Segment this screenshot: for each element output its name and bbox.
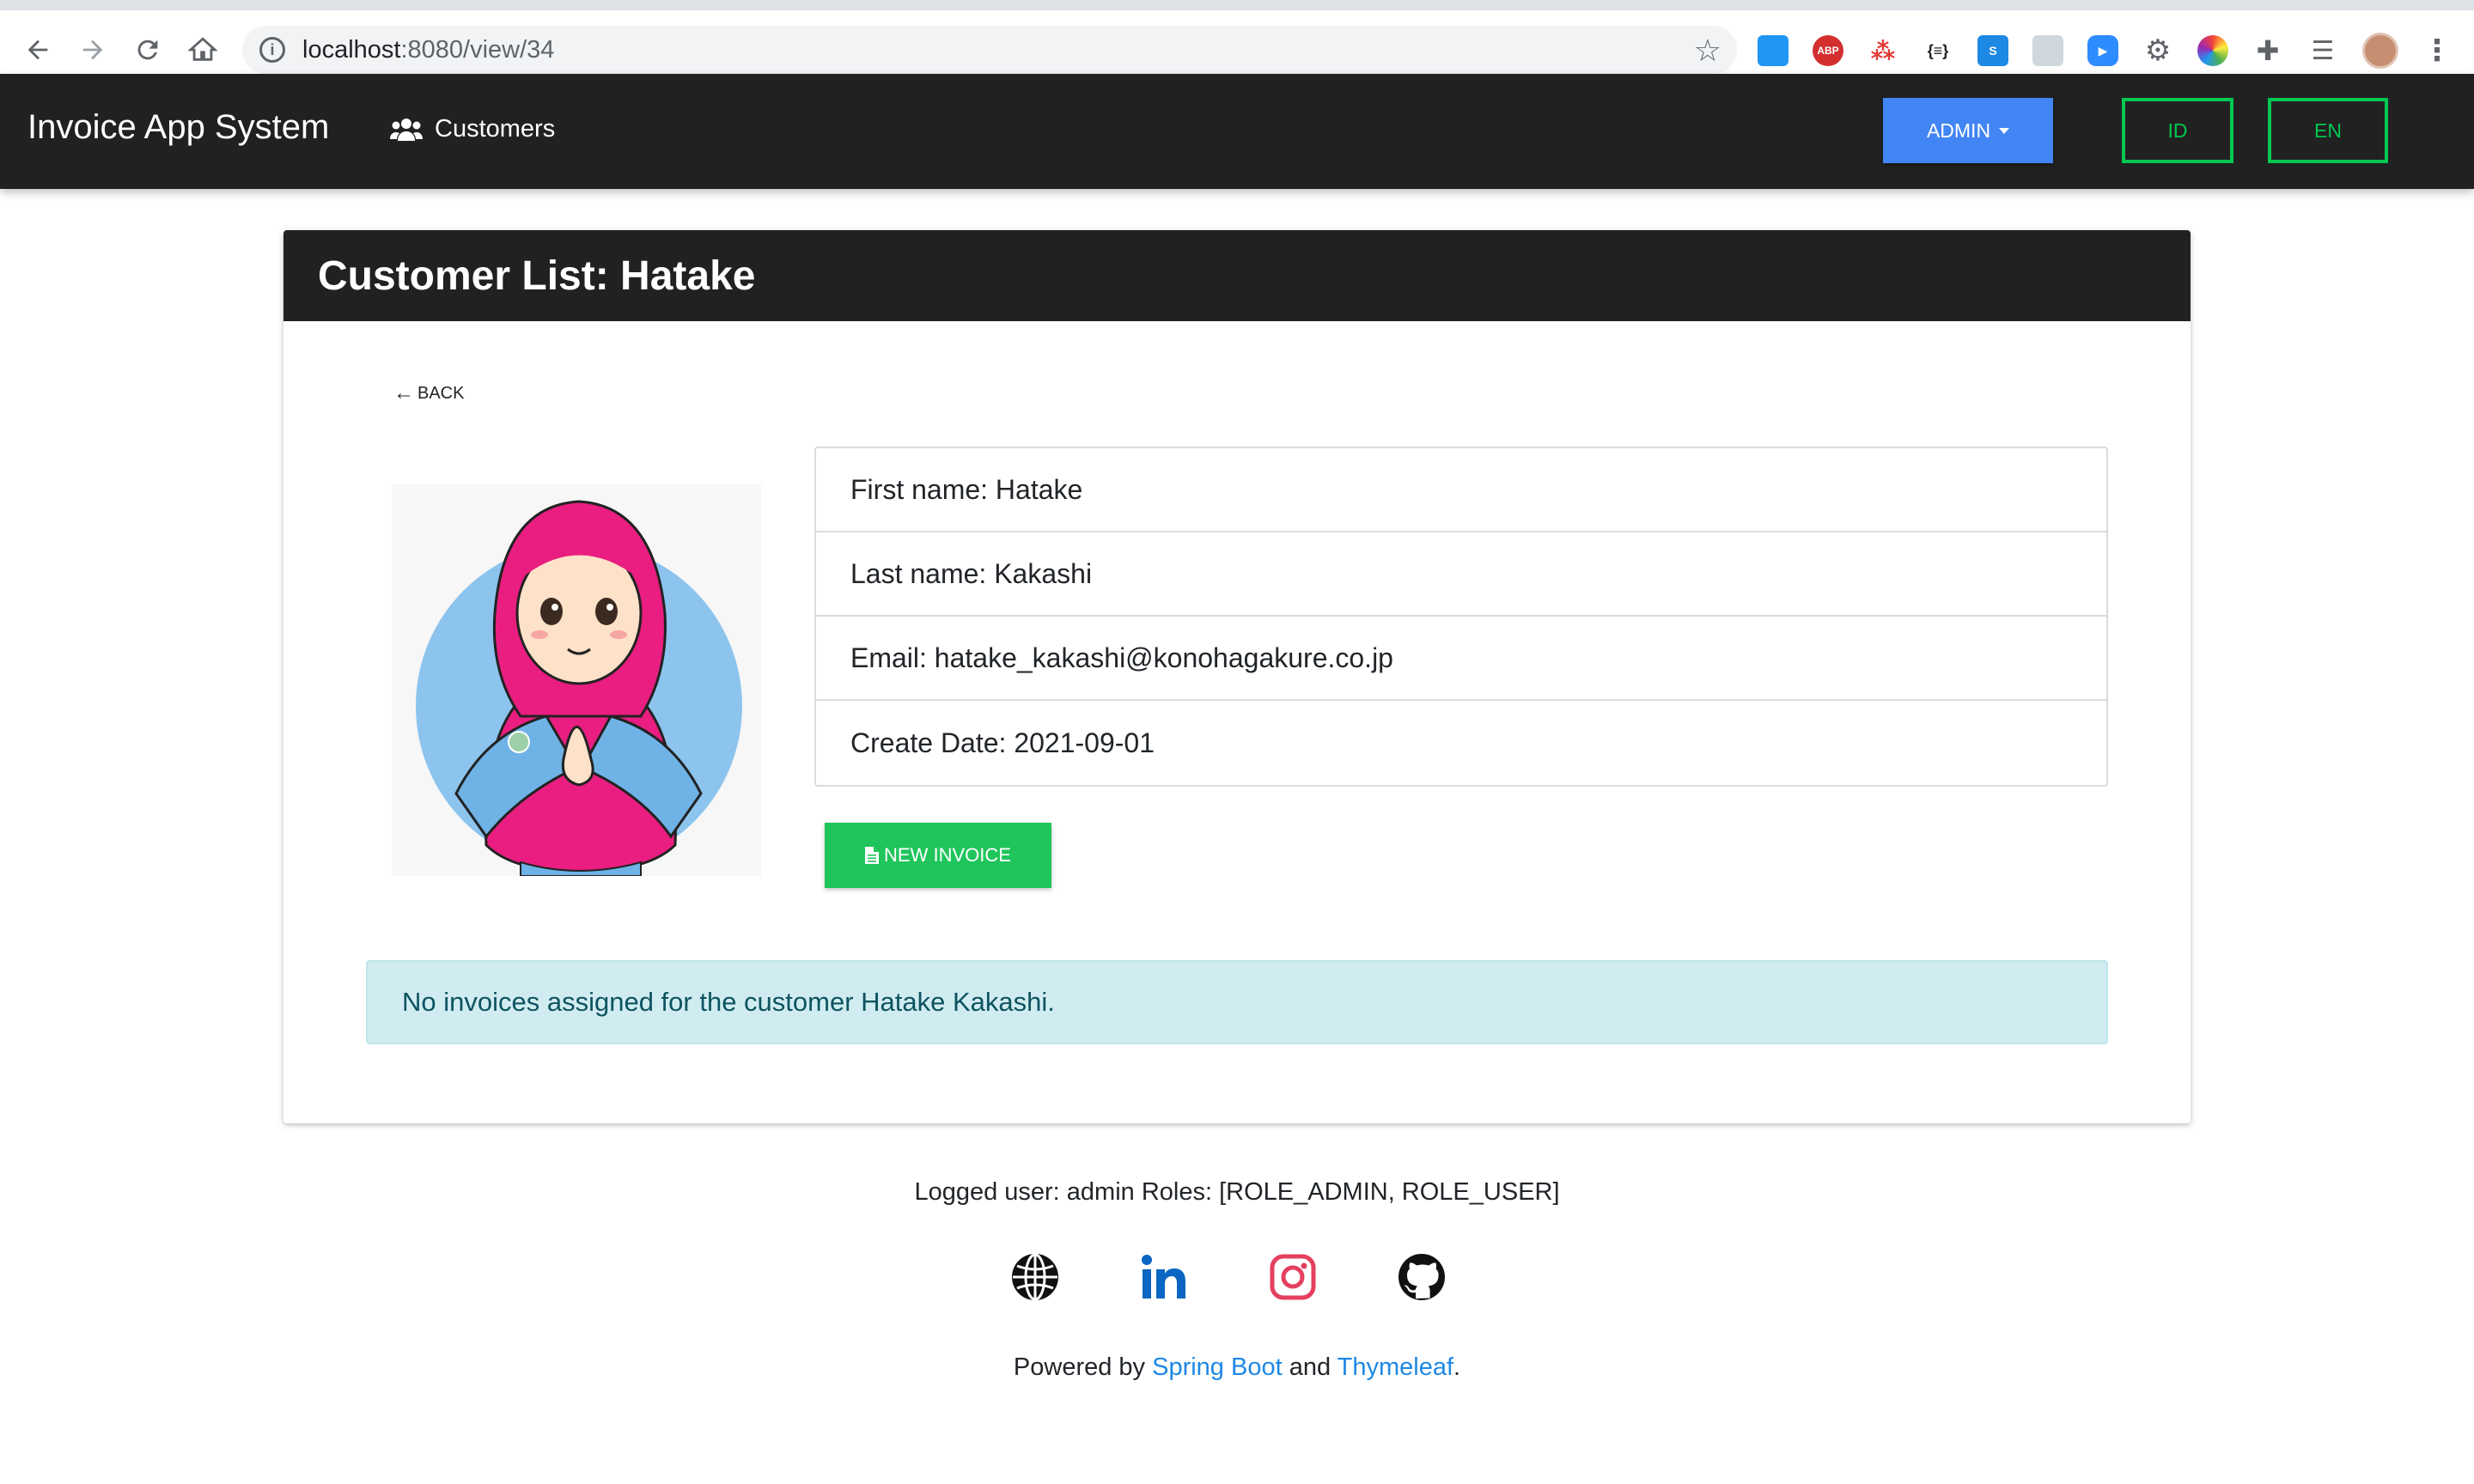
browser-toolbar: i localhost:8080/view/34 ☆ ABP ⁂ {≡} S ▶…: [0, 0, 2474, 74]
card-header: Customer List: Hatake: [283, 230, 2191, 321]
globe-icon[interactable]: [1010, 1252, 1060, 1302]
reload-icon[interactable]: [127, 29, 168, 70]
language-id-button[interactable]: ID: [2122, 98, 2233, 163]
window-resizer-icon[interactable]: [1758, 35, 1788, 66]
linkedin-icon[interactable]: [1139, 1252, 1189, 1302]
puzzle-icon[interactable]: ✚: [2252, 35, 2283, 66]
home-icon[interactable]: [182, 29, 223, 70]
file-icon: [865, 847, 880, 864]
url-host: localhost: [302, 35, 401, 64]
url-path: :8080/view/34: [400, 35, 555, 64]
reading-list-icon[interactable]: ☰: [2307, 35, 2338, 66]
language-en-button[interactable]: EN: [2268, 98, 2388, 163]
last-name-item: Last name: Kakashi: [816, 532, 2106, 617]
extensions-bar: ABP ⁂ {≡} S ▶ ⚙ ✚ ☰ ⋮: [1758, 33, 2452, 69]
email-item: Email: hatake_kakashi@konohagakure.co.jp: [816, 617, 2106, 701]
no-invoices-alert: No invoices assigned for the customer Ha…: [366, 960, 2108, 1044]
back-arrow-icon[interactable]: [17, 29, 58, 70]
back-link[interactable]: ← BACK: [393, 381, 464, 405]
powered-prefix: Powered by: [1013, 1353, 1153, 1381]
logged-user-text: Logged user: admin Roles: [ROLE_ADMIN, R…: [914, 1178, 1560, 1206]
color-picker-icon[interactable]: [2197, 35, 2228, 66]
social-links: [1010, 1252, 1447, 1302]
forward-arrow-icon[interactable]: [72, 29, 113, 70]
page-title: Customer List: Hatake: [318, 252, 756, 299]
new-invoice-label: NEW INVOICE: [884, 844, 1011, 866]
customer-details-list: First name: Hatake Last name: Kakashi Em…: [814, 447, 2108, 787]
powered-period: .: [1453, 1353, 1461, 1381]
back-label: BACK: [417, 383, 465, 403]
bookmark-star-icon[interactable]: ☆: [1694, 33, 1721, 69]
zoom-icon[interactable]: ▶: [2087, 35, 2118, 66]
users-icon: [390, 118, 423, 141]
nav-customers-label: Customers: [435, 115, 556, 143]
first-name-item: First name: Hatake: [816, 448, 2106, 532]
gear-extension-icon[interactable]: ⚙: [2142, 34, 2173, 67]
create-date-item: Create Date: 2021-09-01: [850, 727, 1155, 758]
address-bar[interactable]: i localhost:8080/view/34 ☆: [242, 26, 1737, 74]
nav-customers-link[interactable]: Customers: [390, 115, 555, 143]
github-icon[interactable]: [1397, 1252, 1447, 1302]
powered-by-text: Powered by Spring Boot and Thymeleaf.: [0, 1353, 2474, 1382]
site-info-icon[interactable]: i: [259, 37, 285, 63]
thymeleaf-link[interactable]: Thymeleaf: [1338, 1353, 1453, 1381]
profile-avatar[interactable]: [2362, 33, 2398, 69]
app-navbar: Invoice App System Customers ADMIN ID EN: [0, 74, 2474, 189]
json-viewer-icon[interactable]: {≡}: [1923, 35, 1953, 66]
network-icon[interactable]: ⁂: [1868, 35, 1898, 66]
instagram-icon[interactable]: [1268, 1252, 1318, 1302]
new-invoice-button[interactable]: NEW INVOICE: [825, 823, 1051, 888]
admin-label: ADMIN: [1926, 119, 1991, 142]
admin-dropdown-button[interactable]: ADMIN: [1883, 98, 2053, 163]
brand-title[interactable]: Invoice App System: [27, 108, 329, 147]
customer-photo: [392, 484, 761, 876]
spring-boot-link[interactable]: Spring Boot: [1152, 1353, 1283, 1381]
adblock-plus-icon[interactable]: ABP: [1813, 35, 1843, 66]
bookmark-extension-icon[interactable]: [2032, 35, 2063, 66]
arrow-left-icon: ←: [393, 381, 414, 404]
s-extension-icon[interactable]: S: [1977, 35, 2008, 66]
caret-down-icon: [1999, 127, 2010, 134]
url-text[interactable]: localhost:8080/view/34: [302, 36, 554, 64]
powered-and: and: [1282, 1353, 1338, 1381]
menu-kebab-icon[interactable]: ⋮: [2422, 33, 2452, 68]
customer-card: Customer List: Hatake ← BACK First name:…: [283, 230, 2191, 1123]
